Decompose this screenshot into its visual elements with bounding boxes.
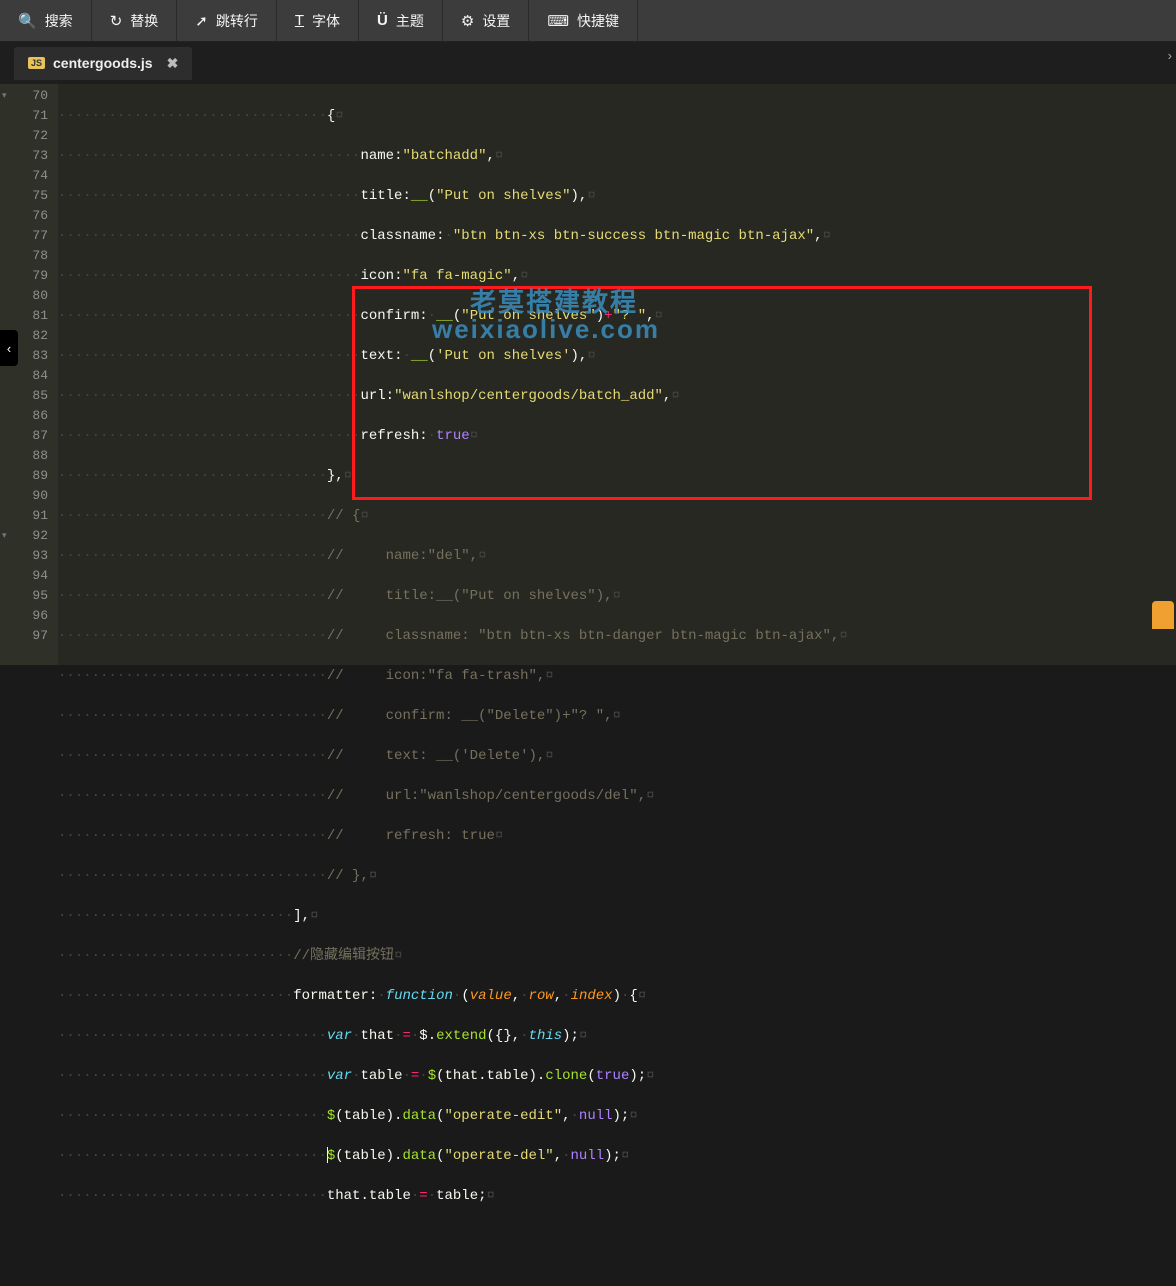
line-number: 95 (0, 586, 58, 606)
line-number: 87 (0, 426, 58, 446)
line-number: 72 (0, 126, 58, 146)
tool-badge-icon (1152, 601, 1174, 629)
search-icon: 🔍 (18, 12, 37, 30)
line-number: 78 (0, 246, 58, 266)
line-number: 74 (0, 166, 58, 186)
tab-centergoods[interactable]: JS centergoods.js ✖ (14, 47, 192, 80)
line-number: 75 (0, 186, 58, 206)
line-number: 86 (0, 406, 58, 426)
shortcut-button[interactable]: ⌨ 快捷键 (529, 0, 638, 41)
chevron-right-icon[interactable]: › (1168, 48, 1172, 63)
replace-button[interactable]: ↻ 替换 (92, 0, 178, 41)
goto-icon: ➚ (195, 12, 208, 30)
line-number: 89 (0, 466, 58, 486)
line-number: 85 (0, 386, 58, 406)
line-number: 79 (0, 266, 58, 286)
font-icon: T (295, 12, 304, 29)
search-button[interactable]: 🔍 搜索 (0, 0, 92, 41)
sidebar-toggle[interactable]: ‹ (0, 330, 18, 366)
line-number: 94 (0, 566, 58, 586)
line-gutter: 70 71 72 73 74 75 76 77 78 79 80 81 82 8… (0, 84, 58, 665)
line-number: 96 (0, 606, 58, 626)
replace-label: 替换 (130, 11, 158, 31)
toolbar: 🔍 搜索 ↻ 替换 ➚ 跳转行 T 字体 Ü 主题 ⚙ 设置 ⌨ 快捷键 (0, 0, 1176, 42)
tab-bar: JS centergoods.js ✖ › (0, 42, 1176, 84)
theme-label: 主题 (396, 11, 424, 31)
line-number: 92 (0, 526, 58, 546)
gear-icon: ⚙ (461, 12, 474, 30)
shortcut-label: 快捷键 (577, 11, 619, 31)
tab-filename: centergoods.js (53, 55, 153, 71)
theme-icon: Ü (377, 12, 388, 29)
replace-icon: ↻ (110, 12, 123, 30)
line-number: 93 (0, 546, 58, 566)
line-number: 77 (0, 226, 58, 246)
line-number: 76 (0, 206, 58, 226)
theme-button[interactable]: Ü 主题 (359, 0, 443, 41)
line-number: 80 (0, 286, 58, 306)
line-number: 88 (0, 446, 58, 466)
js-file-icon: JS (28, 57, 45, 69)
line-number: 91 (0, 506, 58, 526)
close-icon[interactable]: ✖ (167, 55, 179, 72)
code-editor[interactable]: 70 71 72 73 74 75 76 77 78 79 80 81 82 8… (0, 84, 1176, 665)
code-area[interactable]: ································{¤ ·····… (58, 84, 1176, 665)
settings-label: 设置 (482, 11, 510, 31)
line-number: 71 (0, 106, 58, 126)
line-number: 73 (0, 146, 58, 166)
line-number: 90 (0, 486, 58, 506)
settings-button[interactable]: ⚙ 设置 (443, 0, 529, 41)
keyboard-icon: ⌨ (547, 12, 569, 30)
font-label: 字体 (312, 11, 340, 31)
goto-button[interactable]: ➚ 跳转行 (177, 0, 277, 41)
line-number: 70 (0, 86, 58, 106)
line-number: 97 (0, 626, 58, 646)
font-button[interactable]: T 字体 (277, 0, 359, 41)
search-label: 搜索 (45, 11, 73, 31)
goto-label: 跳转行 (216, 11, 258, 31)
line-number: 84 (0, 366, 58, 386)
line-number: 81 (0, 306, 58, 326)
